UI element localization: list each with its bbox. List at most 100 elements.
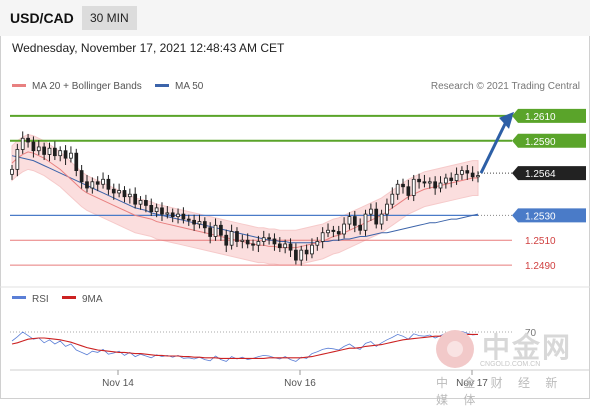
candle-body [336,231,341,235]
candle-body [369,208,373,215]
candle-body [79,170,84,183]
support-level-label: 1.2490 [525,261,556,272]
candle-body [417,178,421,183]
candle-body [176,213,180,217]
candle-body [283,243,288,249]
current-level-label: 1.2564 [525,169,556,180]
candle-body [85,181,89,189]
candle-body [58,150,63,157]
candle-body [310,244,314,255]
candle-body [465,170,470,174]
candle-body [213,224,218,237]
watermark-url: CNGOLD.COM.CN [480,361,541,368]
ma20-legend-label: MA 20 + Bollinger Bands [32,81,142,92]
x-tick-label: Nov 14 [102,378,134,389]
credit-label: Research © 2021 Trading Central [431,81,580,92]
candle-body [74,152,79,171]
candle-body [133,193,138,205]
candle-body [229,231,234,246]
candle-body [352,216,357,226]
candle-body [15,149,20,170]
candle-body [63,150,68,159]
candle-body [90,181,95,189]
candle-body [433,181,438,189]
candle-body [294,249,298,261]
rsi-ma-legend-label: 9MA [82,294,103,305]
ma20-legend-swatch [12,84,26,87]
candle-body [154,207,159,213]
candle-body [224,234,229,246]
candle-body [69,152,73,159]
candle-body [52,147,57,157]
candle-body [272,238,277,245]
candle-body [379,213,384,225]
candle-body [219,224,223,236]
candle-body [106,178,111,190]
candle-body [235,231,239,242]
x-tick-label: Nov 16 [284,378,316,389]
candle-body [138,200,143,205]
candle-body [197,221,202,225]
candle-body [385,203,389,215]
candle-body [202,221,207,229]
candle-body [395,183,400,195]
candle-body [277,243,282,249]
candle-body [127,193,132,198]
support-level-label: 1.2510 [525,236,556,247]
candle-body [288,243,293,251]
candle-body [358,224,363,231]
watermark-logo-icon [436,330,474,368]
candle-body [411,178,416,196]
candle-body [267,237,271,240]
candle-body [460,170,464,175]
projection-arrowhead [499,111,514,129]
candle-body [476,175,480,178]
ma50-legend-label: MA 50 [175,81,204,92]
candle-body [315,241,320,246]
watermark-brand: 中金网 [482,332,573,363]
candle-body [144,200,148,206]
candle-body [101,178,105,185]
candle-body [31,141,36,152]
candle-body [256,241,261,246]
candle-body [363,213,368,231]
candle-body [10,168,14,175]
candle-body [422,181,427,184]
candle-body [245,239,250,245]
candle-body [117,190,121,194]
candle-body [251,243,255,246]
candle-body [320,232,325,242]
candle-body [390,193,395,205]
candle-body [42,146,46,155]
candle-body [95,181,100,185]
candle-body [304,249,309,255]
candle-body [449,177,454,181]
rsi-ma-line [11,333,478,359]
candle-body [192,219,196,225]
watermark-tagline: 中 金 财 经 新 媒 体 [436,376,564,407]
candle-body [347,216,352,225]
candle-body [240,239,245,242]
candle-body [149,205,154,213]
rsi-legend-swatch [12,296,26,299]
candle-body [160,207,164,215]
projection-arrow [479,111,514,174]
candle-body [20,137,25,150]
level-tags: 1.2610 1.2590 1.2564 1.2530 1.2510 1.2490 [512,108,586,272]
pivot-level-label: 1.2530 [525,211,556,222]
candle-body [208,227,213,237]
candle-body [111,188,116,194]
candle-body [122,190,127,198]
candle-body [374,208,379,225]
candle-body [261,237,266,242]
candle-body [181,213,186,220]
candle-body [470,172,475,178]
candle-body [165,212,170,215]
candle-body [299,249,304,261]
candle-body [36,146,41,152]
ma50-legend-swatch [155,84,169,87]
candle-body [401,183,405,188]
bollinger-band [11,134,479,266]
candle-body [47,147,52,155]
projection-arrow-shaft [479,121,508,174]
